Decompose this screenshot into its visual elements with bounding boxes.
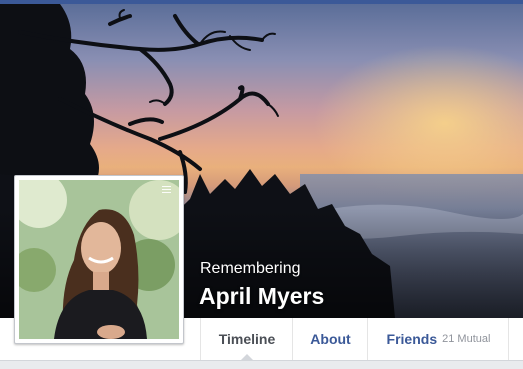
tab-timeline[interactable]: Timeline	[200, 318, 293, 360]
profile-name[interactable]: April Myers	[199, 283, 324, 310]
menu-line	[162, 186, 171, 187]
menu-line	[162, 192, 171, 193]
face	[81, 222, 121, 274]
profile-picture-art	[19, 180, 179, 339]
profile-picture[interactable]	[19, 180, 179, 339]
memorial-label: Remembering	[200, 260, 301, 277]
menu-line	[162, 189, 171, 190]
neck	[93, 272, 109, 290]
tab-friends[interactable]: Friends 21 Mutual	[367, 318, 509, 360]
profile-picture-frame[interactable]	[14, 175, 184, 344]
hands	[97, 325, 125, 339]
tab-timeline-label: Timeline	[218, 331, 276, 347]
tab-more[interactable]	[508, 318, 523, 360]
mutual-friends-count: 21 Mutual	[442, 333, 491, 345]
tab-about[interactable]: About	[292, 318, 368, 360]
tab-about-label: About	[310, 331, 351, 347]
active-tab-caret	[241, 354, 253, 360]
hamburger-menu-icon[interactable]	[162, 186, 171, 195]
tab-friends-label: Friends	[386, 331, 438, 347]
